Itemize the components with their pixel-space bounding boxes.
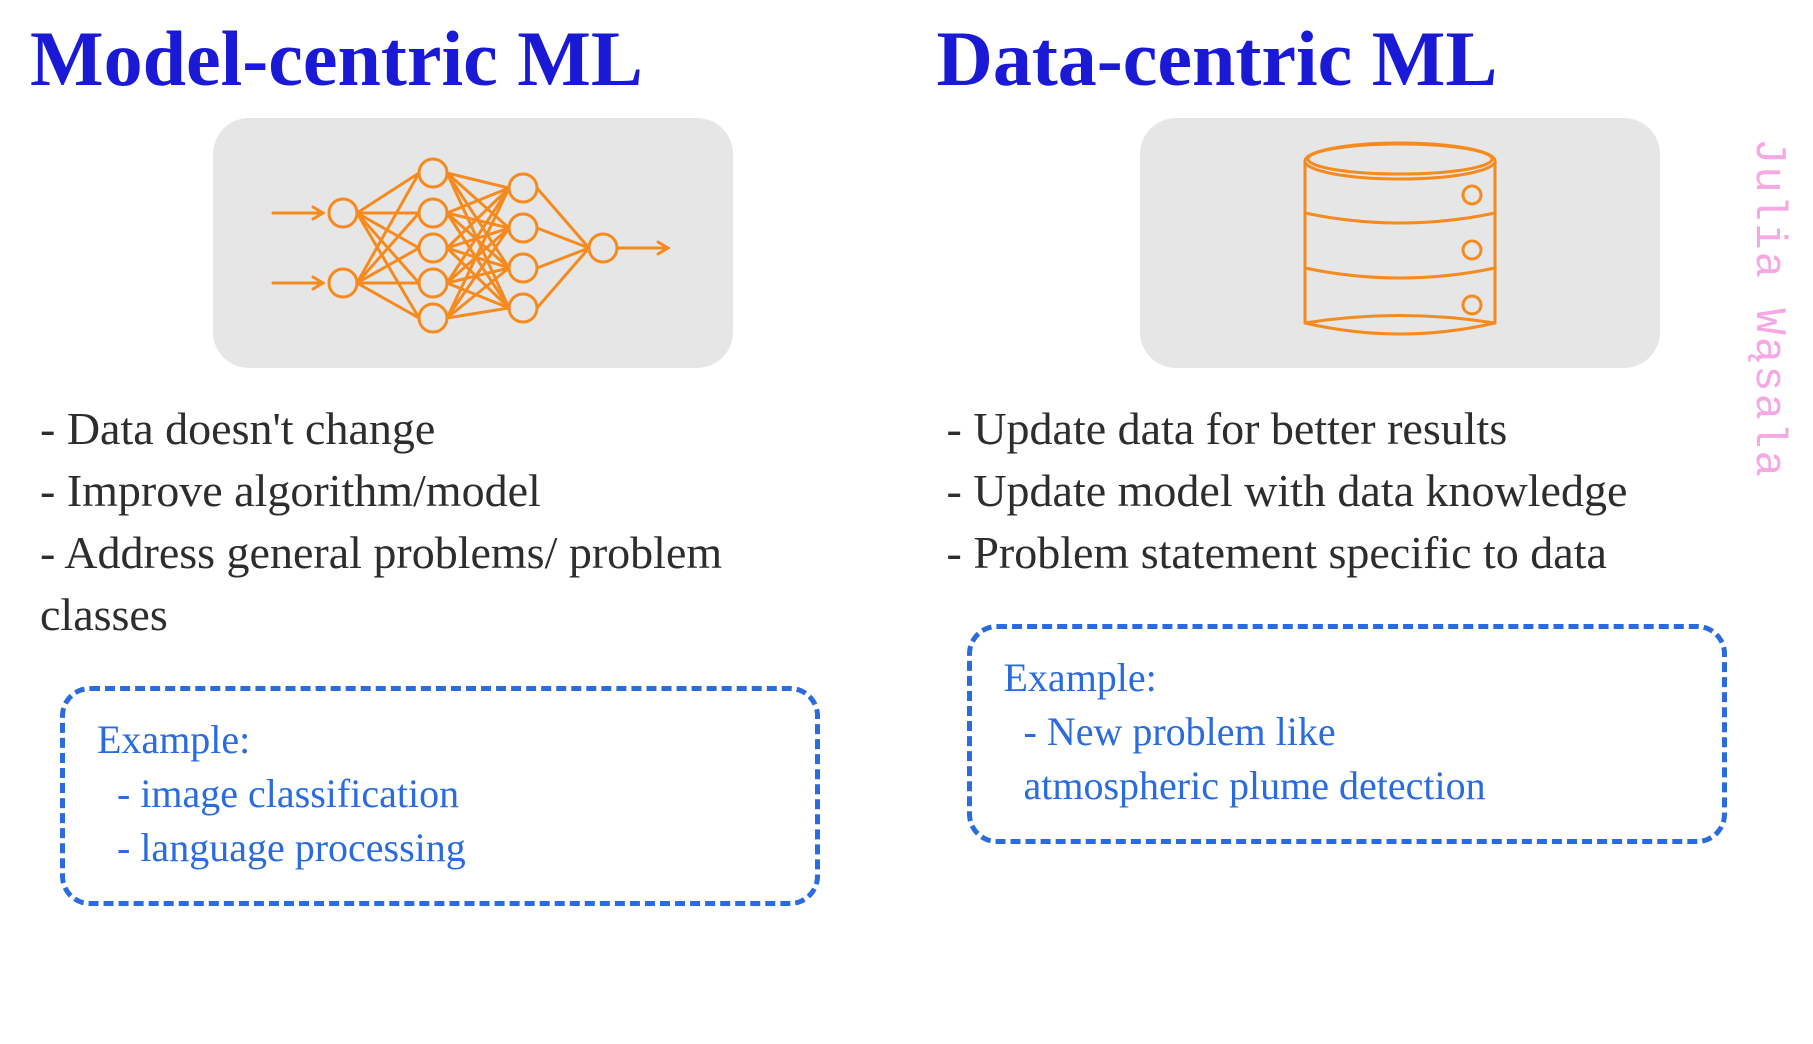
bullet-item: - Problem statement specific to data [947,522,1747,584]
bullet-item: - Address general problems/ problem clas… [40,522,840,646]
column-data-centric: Data-centric ML Julia Wąsala [937,18,1784,1014]
example-item: - language processing [97,821,783,875]
example-box-model-centric: Example: - image classification - langua… [60,686,820,906]
example-box-data-centric: Example: - New problem like atmospheric … [967,624,1727,844]
neural-network-panel [213,118,733,368]
example-label: Example: [97,713,783,767]
database-panel [1140,118,1660,368]
bullet-item: - Update model with data knowledge [947,460,1747,522]
bullet-item: - Improve algorithm/model [40,460,840,522]
column-model-centric: Model-centric ML [30,18,877,1014]
example-item: - New problem like [1004,705,1690,759]
bullet-item: - Data doesn't change [40,398,840,460]
database-icon [1270,133,1530,353]
title-model-centric: Model-centric ML [30,18,877,100]
author-credit: Julia Wąsala [1743,138,1793,479]
example-item: atmospheric plume detection [1004,759,1690,813]
illustration-wrap-right [937,118,1784,398]
neural-network-icon [263,143,683,343]
example-label: Example: [1004,651,1690,705]
bullet-item: - Update data for better results [947,398,1747,460]
title-data-centric: Data-centric ML [937,18,1784,100]
example-item: - image classification [97,767,783,821]
bullets-data-centric: - Update data for better results - Updat… [947,398,1747,584]
illustration-wrap-left [30,118,877,398]
diagram-root: Model-centric ML [0,0,1813,1044]
bullets-model-centric: - Data doesn't change - Improve algorith… [40,398,840,646]
